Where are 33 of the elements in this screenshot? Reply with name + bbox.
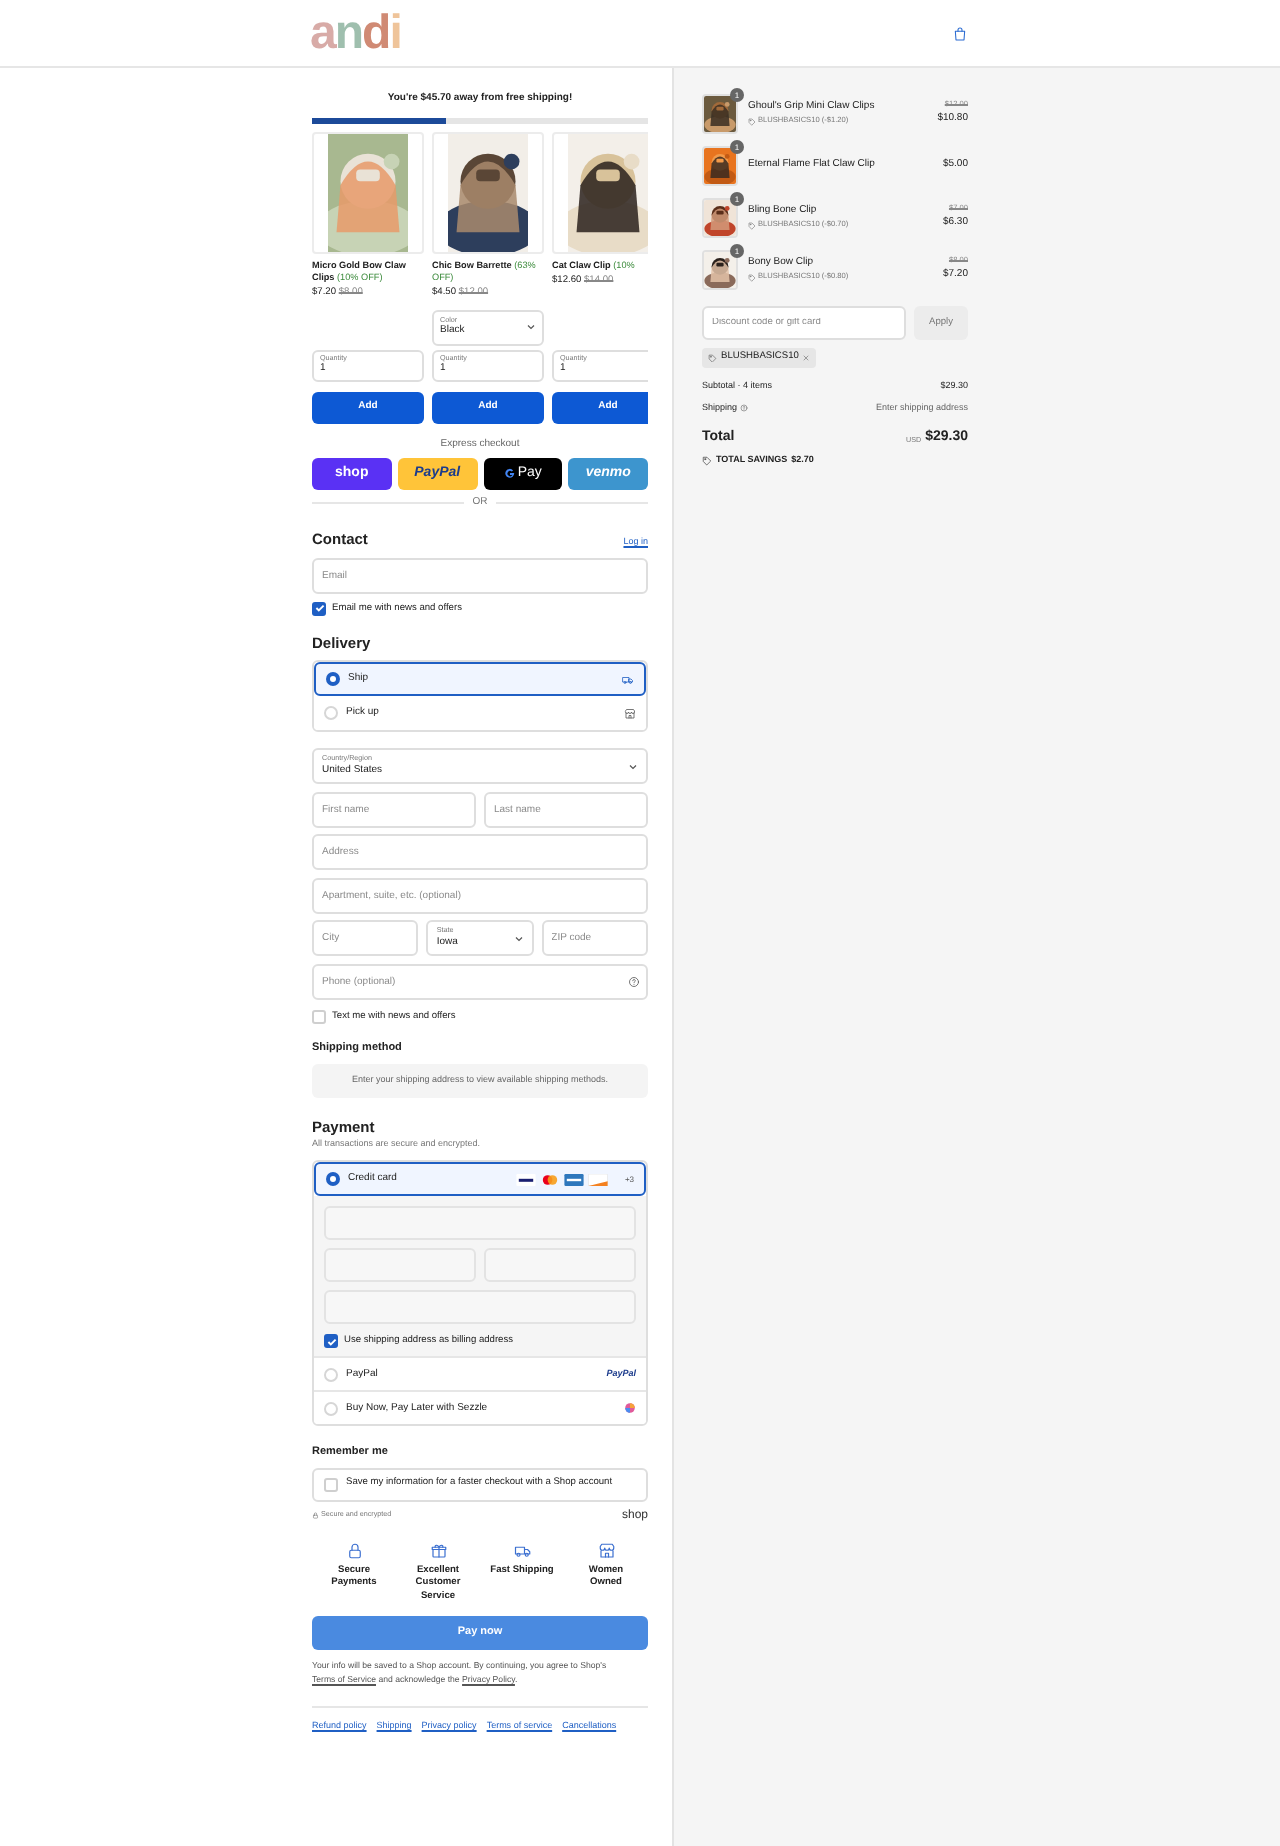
sezzle-logo-icon: [624, 1402, 636, 1415]
chevron-down-icon: [628, 761, 638, 772]
checkbox[interactable]: [312, 1009, 326, 1024]
radio-button[interactable]: [326, 672, 340, 687]
card-brand-icon: [588, 1173, 609, 1186]
lock-icon: [345, 1541, 363, 1560]
chevron-down-icon: [526, 322, 536, 332]
tag-icon: [748, 274, 756, 283]
card-brand-icon: [564, 1173, 585, 1186]
radio-button[interactable]: [324, 706, 338, 721]
truck-icon: [513, 1541, 531, 1560]
tag-icon: [748, 222, 756, 231]
card-brand-icon: [516, 1173, 537, 1186]
radio-button[interactable]: [324, 1401, 338, 1416]
radio-button[interactable]: [324, 1367, 338, 1382]
checkbox[interactable]: [324, 1477, 338, 1492]
checkbox[interactable]: [324, 1334, 338, 1349]
checkbox[interactable]: [312, 601, 326, 616]
tag-icon: [748, 118, 756, 127]
tag-icon: [708, 353, 717, 363]
help-icon: [739, 404, 748, 413]
truck-icon: [622, 673, 634, 686]
card-brand-icon: [540, 1173, 561, 1186]
chevron-down-icon: [513, 933, 524, 944]
gift-icon: [429, 1541, 447, 1560]
shopping-bag-icon: [952, 25, 968, 41]
radio-button[interactable]: [326, 1172, 340, 1187]
store-icon: [624, 707, 636, 720]
lock-icon: [312, 1512, 319, 1520]
help-icon: [628, 975, 640, 988]
store-icon: [597, 1541, 615, 1560]
savings-tag-icon: [702, 455, 712, 466]
g-logo-icon: [503, 468, 516, 480]
